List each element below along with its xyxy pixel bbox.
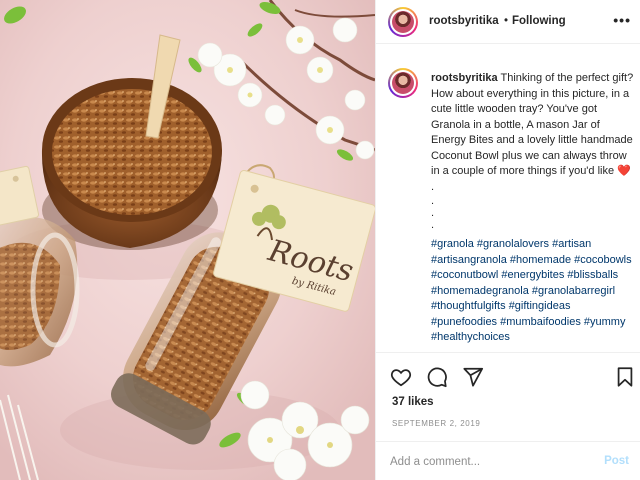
- granola-gift-photo: Roots by Ritika: [0, 0, 375, 480]
- heart-emoji-icon: ❤️: [617, 165, 631, 177]
- hashtag-link[interactable]: #granolabarregirl: [532, 285, 615, 297]
- username-link[interactable]: rootsbyritika: [429, 15, 499, 27]
- hashtag-link[interactable]: #energybites: [501, 269, 564, 281]
- hashtag-link[interactable]: #artisangranola: [431, 254, 507, 266]
- hashtag-link[interactable]: #healthychoices: [431, 331, 510, 343]
- caption-text-block: rootsbyritika Thinking of the perfect gi…: [431, 71, 636, 346]
- hashtag-link[interactable]: #artisan: [552, 238, 591, 250]
- caption-dot: .: [431, 219, 435, 231]
- separator-dot: •: [504, 15, 509, 27]
- caption-end: .: [431, 180, 435, 193]
- post-actions: 37 likes SEPTEMBER 2, 2019 Post: [376, 352, 640, 480]
- caption-text: Thinking of the perfect gift? How about …: [431, 72, 634, 177]
- hashtag-link[interactable]: #blissballs: [567, 269, 618, 281]
- share-send-icon[interactable]: [462, 366, 484, 388]
- hashtag-link[interactable]: #coconutbowl: [431, 269, 498, 281]
- post-comment-button[interactable]: Post: [604, 455, 629, 467]
- avatar[interactable]: [388, 7, 418, 37]
- hashtag-link[interactable]: #punefoodies: [431, 316, 497, 328]
- hashtag-link[interactable]: #giftingideas: [509, 300, 571, 312]
- post-caption: rootsbyritika Thinking of the perfect gi…: [376, 56, 640, 356]
- hashtag-link[interactable]: #mumbaifoodies: [500, 316, 581, 328]
- comment-bar: Post: [376, 441, 640, 480]
- hashtag-link[interactable]: #granolalovers: [477, 238, 549, 250]
- likes-count[interactable]: 37 likes: [392, 396, 434, 408]
- post-header: rootsbyritika • Following •••: [376, 0, 640, 44]
- post-details-panel: rootsbyritika • Following ••• rootsbyrit…: [375, 0, 640, 480]
- comment-bubble-icon[interactable]: [426, 366, 448, 388]
- hashtag-link[interactable]: #homemadegranola: [431, 285, 529, 297]
- post-date[interactable]: SEPTEMBER 2, 2019: [392, 419, 480, 428]
- hashtag-list: #granola #granolalovers #artisan #artisa…: [431, 237, 636, 346]
- caption-dot: .: [431, 207, 435, 219]
- hashtag-link[interactable]: #granola: [431, 238, 474, 250]
- hashtag-link[interactable]: #yummy: [584, 316, 626, 328]
- comment-input[interactable]: [390, 451, 590, 473]
- caption-dots: . . .: [431, 195, 636, 231]
- like-heart-icon[interactable]: [390, 366, 412, 388]
- hashtag-link[interactable]: #cocobowls: [574, 254, 631, 266]
- following-button[interactable]: Following: [512, 15, 566, 27]
- bookmark-save-icon[interactable]: [614, 366, 636, 388]
- more-options-icon[interactable]: •••: [613, 12, 631, 28]
- caption-dot: .: [431, 195, 435, 207]
- hashtag-link[interactable]: #homemade: [510, 254, 571, 266]
- caption-avatar[interactable]: [388, 68, 418, 98]
- caption-username-link[interactable]: rootsbyritika: [431, 72, 498, 84]
- post-photo[interactable]: Roots by Ritika: [0, 0, 375, 480]
- hashtag-link[interactable]: #thoughtfulgifts: [431, 300, 506, 312]
